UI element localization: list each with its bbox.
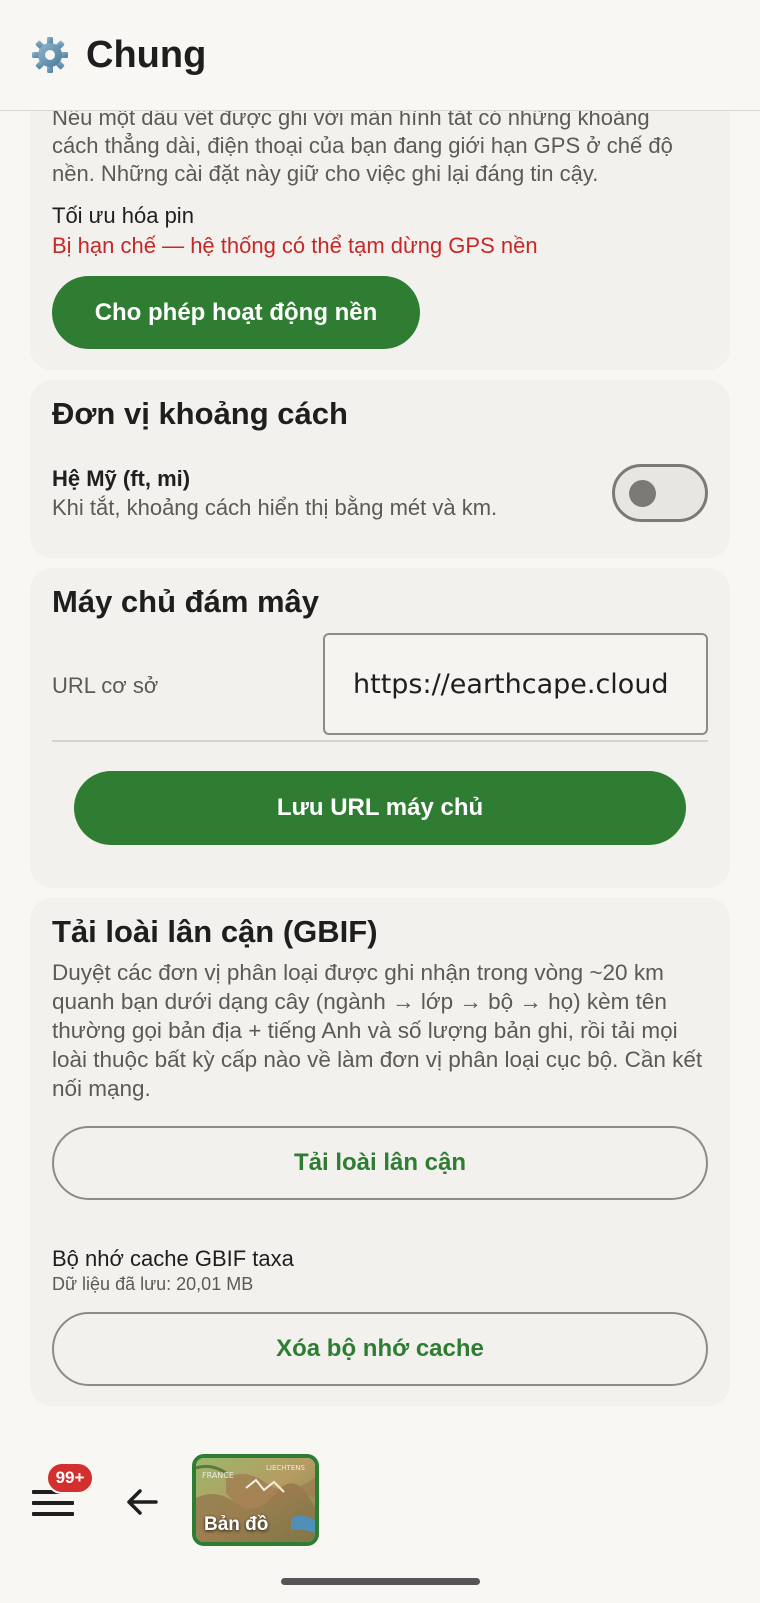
battery-optimization-label: Tối ưu hóa pin xyxy=(52,203,194,228)
load-nearby-species-button[interactable]: Tải loài lân cận xyxy=(52,1126,708,1200)
map-shortcut-button[interactable]: FRANCE LIECHTENS Bản đồ xyxy=(192,1454,319,1546)
base-url-label: URL cơ sở xyxy=(52,673,159,698)
clear-cache-button[interactable]: Xóa bộ nhớ cache xyxy=(52,1312,708,1386)
allow-background-button[interactable]: Cho phép hoạt động nền xyxy=(52,276,420,349)
server-section-title: Máy chủ đám mây xyxy=(52,584,320,619)
toggle-knob xyxy=(629,480,656,507)
field-divider xyxy=(52,740,708,742)
back-arrow-icon[interactable] xyxy=(124,1484,160,1520)
gbif-section-title: Tải loài lân cận (GBIF) xyxy=(52,914,378,949)
gbif-cache-label: Bộ nhớ cache GBIF taxa xyxy=(52,1246,294,1271)
app-header: Chung xyxy=(0,0,760,111)
map-label: Bản đồ xyxy=(204,1514,269,1535)
map-country-label-2: LIECHTENS xyxy=(266,1464,305,1472)
page-title: Chung xyxy=(86,33,207,76)
imperial-toggle-description: Khi tắt, khoảng cách hiển thị bằng mét v… xyxy=(52,495,498,520)
imperial-toggle-label: Hệ Mỹ (ft, mi) xyxy=(52,466,191,491)
notification-badge: 99+ xyxy=(46,1462,94,1494)
map-country-label: FRANCE xyxy=(202,1471,234,1480)
home-indicator[interactable] xyxy=(281,1578,480,1585)
units-section-title: Đơn vị khoảng cách xyxy=(52,396,348,431)
gear-icon xyxy=(32,37,68,73)
battery-status-warning: Bị hạn chế — hệ thống có thể tạm dừng GP… xyxy=(52,233,538,258)
imperial-units-toggle[interactable] xyxy=(612,464,708,522)
save-server-url-button[interactable]: Lưu URL máy chủ xyxy=(74,771,686,845)
gbif-description: Duyệt các đơn vị phân loại được ghi nhận… xyxy=(52,960,703,1101)
base-url-input[interactable]: https://earthcape.cloud xyxy=(323,633,708,735)
background-intro-text: Nếu một dấu vết được ghi với màn hình tắ… xyxy=(52,105,673,186)
gbif-cache-size: Dữ liệu đã lưu: 20,01 MB xyxy=(52,1274,254,1294)
